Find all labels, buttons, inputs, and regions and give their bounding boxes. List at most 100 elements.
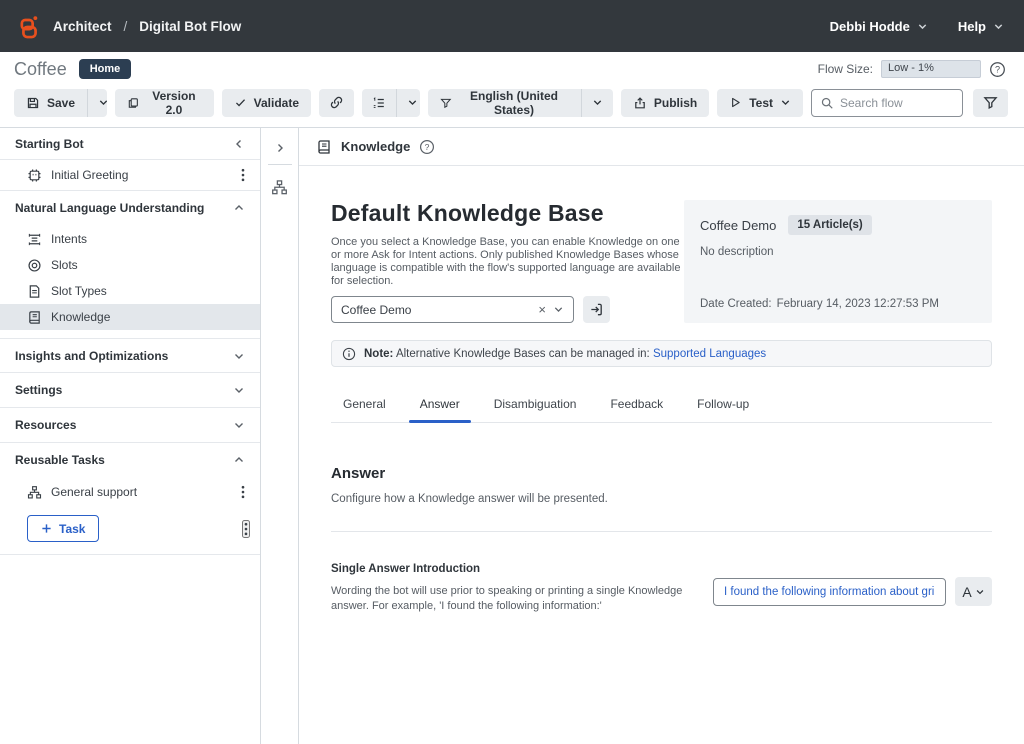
chevron-down-icon	[233, 419, 245, 431]
sidebar-section-starting-bot[interactable]: Starting Bot	[0, 128, 260, 159]
flow-toolbar: Save Version 2.0 Validate	[0, 84, 1024, 128]
single-answer-introduction-input[interactable]	[713, 578, 946, 606]
general-support-menu-button[interactable]	[236, 481, 250, 503]
kebab-icon	[241, 168, 245, 182]
svg-text:?: ?	[425, 142, 430, 152]
flow-sidebar: Starting Bot Initial Greeting Natural La…	[0, 128, 261, 744]
breadcrumb: Architect / Digital Bot Flow	[16, 13, 241, 40]
flow-size-meter: Low - 1%	[881, 60, 981, 78]
language-button[interactable]: English (United States)	[428, 89, 580, 117]
answer-section-description: Configure how a Knowledge answer will be…	[331, 493, 992, 505]
language-menu-button[interactable]	[581, 89, 613, 117]
sidebar-section-insights[interactable]: Insights and Optimizations	[0, 339, 260, 372]
architect-app: Architect / Digital Bot Flow Debbi Hodde…	[0, 0, 1024, 744]
chevron-down-icon	[592, 97, 603, 108]
sidebar-item-slot-types[interactable]: Slot Types	[0, 278, 260, 304]
link-button[interactable]	[319, 89, 354, 117]
breadcrumb-separator: /	[122, 19, 130, 34]
open-external-icon	[589, 302, 604, 317]
setting-label: Single Answer Introduction	[331, 563, 683, 575]
validate-button[interactable]: Validate	[222, 89, 311, 117]
tab-follow-up[interactable]: Follow-up	[680, 387, 766, 422]
knowledge-base-info-card: Coffee Demo 15 Article(s) No description…	[684, 200, 992, 323]
sidebar-item-initial-greeting[interactable]: Initial Greeting	[0, 160, 236, 190]
tab-disambiguation[interactable]: Disambiguation	[477, 387, 594, 422]
ordered-list-menu-button[interactable]	[396, 89, 420, 117]
supported-languages-link[interactable]: Supported Languages	[653, 348, 766, 360]
version-button[interactable]: Version 2.0	[115, 89, 214, 117]
articles-count-badge: 15 Article(s)	[788, 215, 871, 235]
chevron-down-icon	[233, 350, 245, 362]
chevron-left-icon	[233, 138, 245, 150]
task-flow-icon	[27, 485, 42, 500]
note-prefix: Note:	[364, 348, 393, 360]
ordered-list-icon	[372, 96, 386, 110]
answer-section-title: Answer	[331, 465, 992, 482]
bot-icon	[27, 168, 42, 183]
slots-icon	[27, 258, 42, 273]
sidebar-rail	[261, 128, 299, 744]
chevron-up-icon	[233, 454, 245, 466]
initial-greeting-menu-button[interactable]	[236, 164, 250, 186]
sidebar-section-reusable-tasks[interactable]: Reusable Tasks	[0, 443, 260, 477]
help-menu[interactable]: Help	[958, 19, 1004, 34]
sidebar-item-general-support[interactable]: General support	[0, 477, 236, 507]
flow-type: Digital Bot Flow	[139, 19, 241, 34]
chevron-right-icon	[274, 142, 286, 154]
save-button-group: Save	[14, 89, 107, 117]
sidebar-section-settings[interactable]: Settings	[0, 373, 260, 407]
panel-title: Knowledge	[341, 139, 410, 154]
tab-general[interactable]: General	[331, 387, 403, 422]
expand-panel-button[interactable]	[270, 138, 290, 158]
sidebar-item-slots[interactable]: Slots	[0, 252, 260, 278]
sidebar-item-intents[interactable]: Intents	[0, 226, 260, 252]
sidebar-section-nlu[interactable]: Natural Language Understanding	[0, 191, 260, 224]
sidebar-section-resources[interactable]: Resources	[0, 408, 260, 442]
tab-feedback[interactable]: Feedback	[593, 387, 680, 422]
info-icon	[342, 347, 356, 361]
flow-size-help-icon[interactable]: ?	[989, 61, 1006, 78]
test-button[interactable]: Test	[717, 89, 803, 117]
add-task-button[interactable]: Task	[27, 515, 99, 542]
search-filter-button[interactable]	[973, 89, 1008, 117]
chevron-down-icon	[975, 587, 985, 597]
genesys-logo-icon	[16, 13, 43, 40]
save-icon	[26, 96, 40, 110]
section-divider	[331, 531, 992, 532]
knowledge-base-select-value: Coffee Demo	[341, 303, 411, 317]
kebab-icon	[244, 522, 248, 536]
note-banner: Note: Alternative Knowledge Bases can be…	[331, 340, 992, 367]
user-menu[interactable]: Debbi Hodde	[830, 19, 928, 34]
knowledge-icon	[316, 139, 332, 155]
home-badge[interactable]: Home	[79, 59, 132, 79]
chevron-down-icon	[553, 304, 564, 315]
knowledge-base-select[interactable]: Coffee Demo ×	[331, 296, 574, 323]
publish-icon	[633, 96, 647, 110]
flow-map-button[interactable]	[267, 175, 292, 200]
chevron-down-icon	[407, 97, 418, 108]
sidebar-item-knowledge[interactable]: Knowledge	[0, 304, 260, 330]
ordered-list-button[interactable]	[362, 89, 396, 117]
header-menus: Debbi Hodde Help	[830, 19, 1004, 34]
save-button[interactable]: Save	[14, 89, 87, 117]
task-menu-button[interactable]	[242, 520, 250, 538]
filter-icon	[983, 95, 998, 110]
knowledge-help-icon[interactable]: ?	[419, 139, 435, 155]
setting-description: Wording the bot will use prior to speaki…	[331, 584, 683, 614]
text-format-button[interactable]: A	[955, 577, 992, 606]
chevron-down-icon	[780, 97, 791, 108]
clear-selection-icon[interactable]: ×	[538, 302, 553, 317]
knowledge-panel: Knowledge ? Default Knowledge Base Once …	[299, 128, 1024, 744]
page-title: Default Knowledge Base	[331, 200, 683, 227]
note-text: Alternative Knowledge Bases can be manag…	[396, 348, 650, 360]
user-name: Debbi Hodde	[830, 19, 910, 34]
check-icon	[234, 96, 247, 109]
knowledge-tabs: General Answer Disambiguation Feedback F…	[331, 387, 992, 423]
save-menu-button[interactable]	[87, 89, 107, 117]
tab-answer[interactable]: Answer	[403, 387, 477, 422]
search-flow-input[interactable]	[840, 96, 954, 110]
publish-button[interactable]: Publish	[621, 89, 709, 117]
kebab-icon	[241, 485, 245, 499]
plus-icon	[41, 523, 52, 534]
open-knowledge-base-button[interactable]	[583, 296, 610, 323]
